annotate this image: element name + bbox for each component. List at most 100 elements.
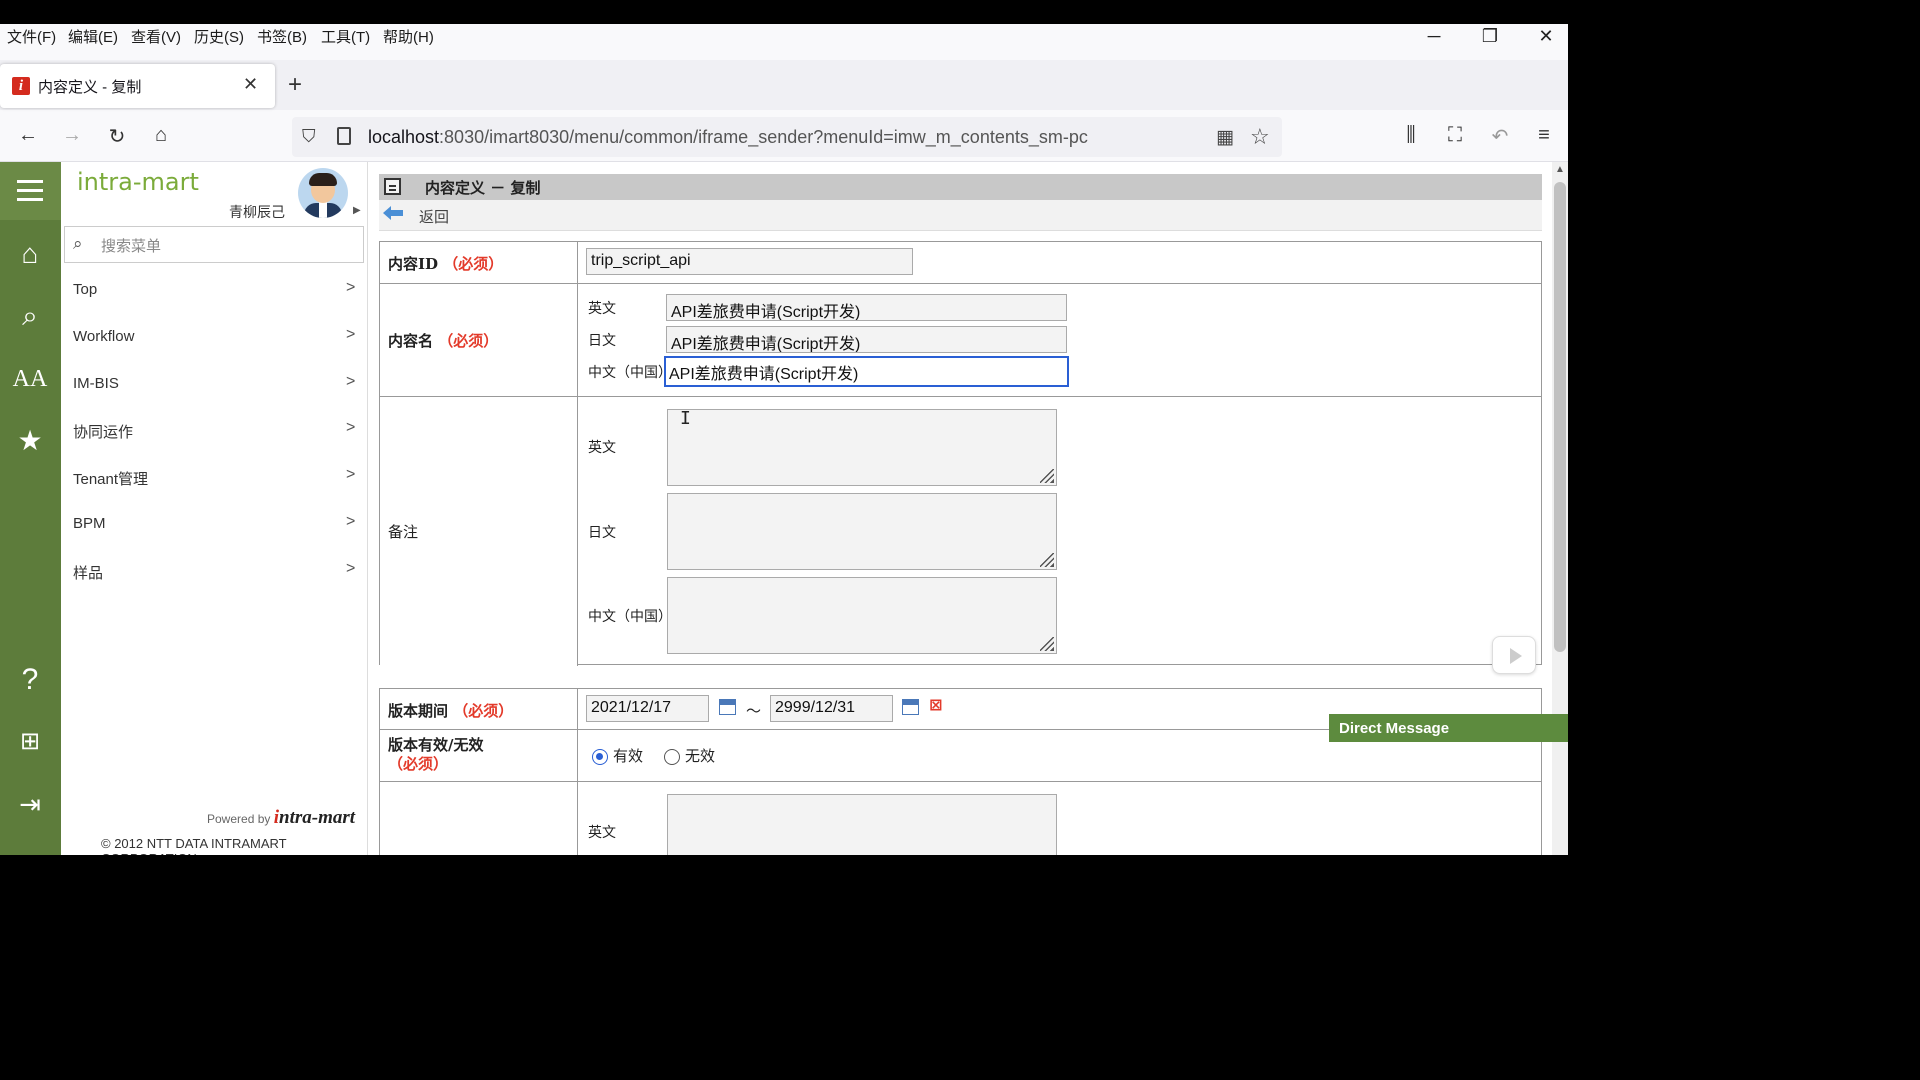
side-item-collaboration[interactable]: 协同运作 > xyxy=(61,408,367,454)
side-menu: intra-mart 青柳辰己 ▶ ⌕ 搜索菜单 Top > Workflow > … xyxy=(61,162,368,855)
menu-history[interactable]: 历史(S) xyxy=(194,26,244,47)
back-bar: 返回 xyxy=(379,200,1542,231)
label-content-name: 内容名 （必须） xyxy=(388,332,499,350)
page-title-bar: 内容定义 － 复制 xyxy=(379,174,1542,200)
close-window-icon[interactable]: ✕ xyxy=(1526,26,1566,56)
direct-message-bar[interactable]: Direct Message xyxy=(1329,714,1568,742)
row-content-id: 内容ID （必须） trip_script_api xyxy=(380,242,1541,284)
valid-radio[interactable] xyxy=(592,749,608,765)
url-bar[interactable]: ⛉ localhost:8030/imart8030/menu/common/i… xyxy=(292,117,1282,157)
notes-ja-textarea[interactable] xyxy=(667,493,1057,570)
logout-icon[interactable]: ⇥ xyxy=(12,786,48,822)
home-nav-icon[interactable]: ⌂ xyxy=(12,236,48,272)
global-menu-icon[interactable] xyxy=(0,162,61,220)
menu-tools[interactable]: 工具(T) xyxy=(321,26,370,47)
side-item-top[interactable]: Top > xyxy=(61,268,367,314)
help-icon[interactable]: ? xyxy=(12,662,48,698)
notes-ja-label: 日文 xyxy=(588,525,616,541)
content-name-zh-input[interactable]: API差旅费申请(Script开发) xyxy=(664,356,1069,387)
global-nav: ⌂ ⌕ AA ★ ? ⊞ ⇥ xyxy=(0,162,61,855)
page-scrollbar[interactable]: ▲ xyxy=(1552,162,1568,855)
resize-grip-icon xyxy=(1040,469,1054,483)
menu-edit[interactable]: 编辑(E) xyxy=(68,26,118,47)
play-icon[interactable] xyxy=(1492,636,1536,674)
shield-icon[interactable]: ⛉ xyxy=(302,126,316,147)
label-period: 版本期间 （必须） xyxy=(388,702,514,720)
menu-file[interactable]: 文件(F) xyxy=(7,26,56,47)
screen: 文件(F) 编辑(E) 查看(V) 历史(S) 书签(B) 工具(T) 帮助(H… xyxy=(0,0,1568,882)
row-notes: 备注 英文 日文 中文（中国） xyxy=(380,397,1541,666)
chevron-right-icon: > xyxy=(346,279,356,296)
library-icon[interactable]: ⫼ xyxy=(1398,124,1424,147)
side-item-samples[interactable]: 样品 > xyxy=(61,549,367,595)
clear-date-icon[interactable]: ⊠ xyxy=(929,695,942,715)
side-item-workflow[interactable]: Workflow > xyxy=(61,315,367,361)
search-icon: ⌕ xyxy=(73,234,83,253)
form-table: 内容ID （必须） trip_script_api 内容名 （必须） 英文 日文… xyxy=(379,241,1542,666)
browser-tab[interactable]: i 内容定义 - 复制 ✕ xyxy=(0,64,275,108)
app-area: ⌂ ⌕ AA ★ ? ⊞ ⇥ intra-mart 青柳辰己 ▶ ⌕ 搜索菜单 … xyxy=(0,162,1568,855)
side-item-bpm[interactable]: BPM > xyxy=(61,502,367,548)
menu-view[interactable]: 查看(V) xyxy=(131,26,181,47)
invalid-radio[interactable] xyxy=(664,749,680,765)
nav-bar: ← → ↻ ⌂ ⛉ localhost:8030/imart8030/menu/… xyxy=(0,112,1568,162)
period-from-input[interactable]: 2021/12/17 xyxy=(586,695,709,722)
close-tab-icon[interactable]: ✕ xyxy=(243,74,258,95)
sitemap-icon[interactable]: ⊞ xyxy=(12,724,48,760)
chevron-right-icon: > xyxy=(346,513,356,530)
content-id-input[interactable]: trip_script_api xyxy=(586,248,913,275)
scrollbar-thumb[interactable] xyxy=(1554,182,1566,652)
lang-en-label: 英文 xyxy=(588,301,616,317)
user-name[interactable]: 青柳辰己 xyxy=(229,202,285,222)
bookmark-star-icon[interactable]: ☆ xyxy=(1250,124,1270,150)
notes-zh-label: 中文（中国） xyxy=(588,609,672,625)
forward-icon[interactable]: → xyxy=(59,124,85,147)
search-nav-icon[interactable]: ⌕ xyxy=(12,298,48,334)
menu-help[interactable]: 帮助(H) xyxy=(383,26,434,47)
restore-icon[interactable]: ❐ xyxy=(1470,26,1510,56)
label-notes: 备注 xyxy=(388,523,419,541)
content-name-ja-input[interactable]: API差旅费申请(Script开发) xyxy=(666,326,1067,353)
chevron-right-icon: > xyxy=(346,466,356,483)
copyright: © 2012 NTT DATA INTRAMART CORPORATION xyxy=(101,836,287,855)
avatar[interactable] xyxy=(298,168,348,218)
intramart-favicon-icon: i xyxy=(12,77,30,95)
new-tab-icon[interactable]: + xyxy=(288,71,302,99)
hamburger-menu-icon[interactable]: ≡ xyxy=(1531,124,1557,147)
chevron-right-icon: > xyxy=(346,373,356,390)
notes-en-textarea[interactable] xyxy=(667,409,1057,486)
qr-code-icon[interactable]: ▦ xyxy=(1216,126,1234,149)
back-icon[interactable]: ← xyxy=(15,124,41,147)
back-link[interactable]: 返回 xyxy=(419,206,449,227)
content-name-en-input[interactable]: API差旅费申请(Script开发) xyxy=(666,294,1067,321)
favorites-star-icon[interactable]: ★ xyxy=(12,423,48,459)
period-to-input[interactable]: 2999/12/31 xyxy=(770,695,893,722)
text-cursor-icon: I xyxy=(680,408,691,429)
side-item-tenant[interactable]: Tenant管理 > xyxy=(61,455,367,501)
resize-grip-icon xyxy=(1040,637,1054,651)
browser-window: 文件(F) 编辑(E) 查看(V) 历史(S) 书签(B) 工具(T) 帮助(H… xyxy=(0,24,1568,855)
menu-search-input[interactable]: ⌕ 搜索菜单 xyxy=(64,226,364,263)
user-menu-arrow-icon[interactable]: ▶ xyxy=(353,205,361,216)
powered-by: Powered by intra-mart xyxy=(207,807,356,828)
undo-icon[interactable]: ↶ xyxy=(1487,124,1513,149)
notes-zh-textarea[interactable] xyxy=(667,577,1057,654)
side-item-imbis[interactable]: IM-BIS > xyxy=(61,362,367,408)
chevron-right-icon: > xyxy=(346,419,356,436)
back-arrow-icon[interactable] xyxy=(383,206,403,220)
clipboard-icon xyxy=(384,178,401,195)
font-size-icon[interactable]: AA xyxy=(12,361,48,397)
lang-zh-label: 中文（中国） xyxy=(588,365,672,381)
page-title: 内容定义 － 复制 xyxy=(425,179,541,197)
minimize-icon[interactable]: ─ xyxy=(1414,26,1454,56)
menu-bookmarks[interactable]: 书签(B) xyxy=(257,26,307,47)
calendar-icon[interactable] xyxy=(902,699,919,715)
url-text[interactable]: localhost:8030/imart8030/menu/common/ifr… xyxy=(368,127,1088,148)
label-content-id: 内容ID （必须） xyxy=(388,255,504,273)
calendar-icon[interactable] xyxy=(719,699,736,715)
reload-icon[interactable]: ↻ xyxy=(104,124,130,149)
version-notes-en-textarea[interactable] xyxy=(667,794,1057,855)
home-icon[interactable]: ⌂ xyxy=(148,124,174,147)
chevron-right-icon: > xyxy=(346,326,356,343)
screenshot-icon[interactable]: ⛶ xyxy=(1442,124,1468,147)
